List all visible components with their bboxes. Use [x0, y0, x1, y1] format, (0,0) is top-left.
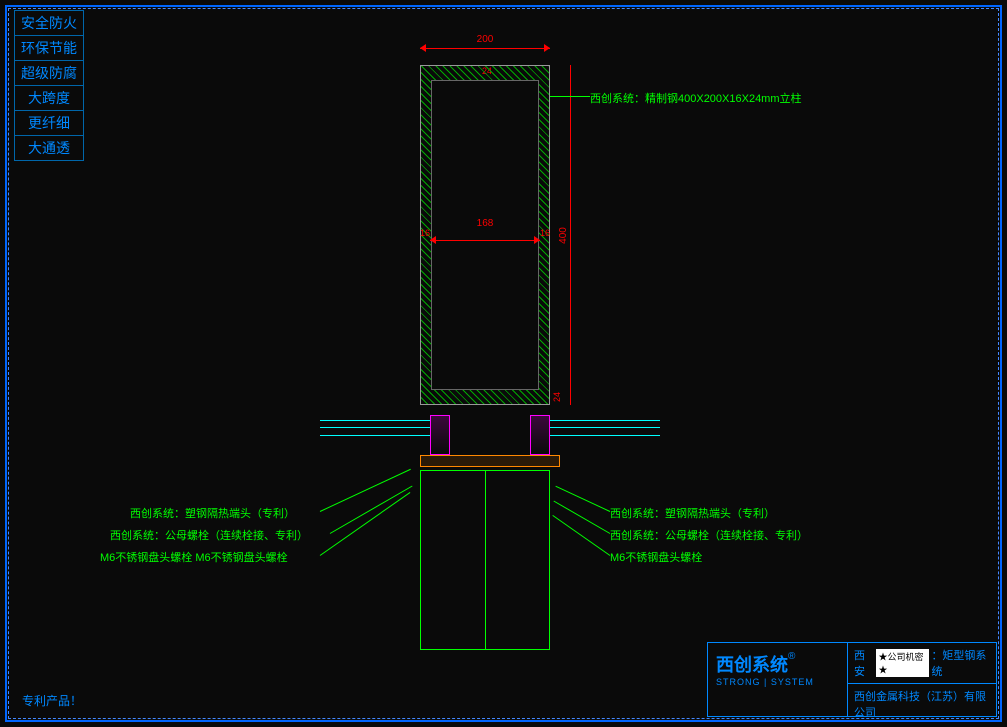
- dim-wall-r: 16: [540, 228, 550, 238]
- feature-item: 环保节能: [14, 35, 84, 61]
- project-prefix: 西安: [854, 647, 874, 679]
- patent-note: 专利产品！: [22, 692, 82, 709]
- title-block: 西创系统® STRONG | SYSTEM 西安 ★公司机密★ ：矩型钢系统 西…: [707, 642, 997, 717]
- connector-left: [430, 415, 450, 455]
- cap-divider: [485, 471, 486, 649]
- title-info: 西安 ★公司机密★ ：矩型钢系统 西创金属科技（江苏）有限公司: [848, 643, 996, 716]
- glass-pane-line: [320, 427, 430, 428]
- project-row: 西安 ★公司机密★ ：矩型钢系统: [848, 643, 996, 684]
- glass-pane-line: [550, 427, 660, 428]
- glass-pane-line: [320, 435, 430, 436]
- label-bolt-pair-l: 西创系统：公母螺栓（连续栓接、专利）: [110, 527, 308, 543]
- leader-line: [330, 486, 413, 534]
- dimension-width: 200: [420, 38, 550, 58]
- feature-list: 安全防火 环保节能 超级防腐 大跨度 更纤细 大通透: [14, 10, 84, 160]
- feature-item: 安全防火: [14, 10, 84, 36]
- leader-line: [552, 515, 610, 556]
- dimension-height: 400: [560, 65, 580, 405]
- leader-line: [550, 96, 590, 97]
- label-bolt-pair-r: 西创系统：公母螺栓（连续栓接、专利）: [610, 527, 808, 543]
- label-thermal-r: 西创系统：塑钢隔热端头（专利）: [610, 505, 775, 521]
- connector-right: [530, 415, 550, 455]
- dimension-inner: 168: [430, 230, 540, 231]
- feature-item: 超级防腐: [14, 60, 84, 86]
- dim-flange-bot: 24: [552, 392, 562, 402]
- cover-cap: [420, 470, 550, 650]
- company-row: 西创金属科技（江苏）有限公司: [848, 684, 996, 724]
- feature-item: 大跨度: [14, 85, 84, 111]
- pressure-plate: [420, 455, 560, 467]
- cad-canvas: 安全防火 环保节能 超级防腐 大跨度 更纤细 大通透 200 24 400 24…: [0, 0, 1007, 727]
- label-m6-l: M6不锈钢盘头螺栓 M6不锈钢盘头螺栓: [100, 549, 288, 565]
- project-suffix: ：矩型钢系统: [931, 647, 990, 679]
- brand-name: 西创系统: [716, 655, 788, 675]
- registered-icon: ®: [788, 651, 795, 662]
- label-thermal-l: 西创系统：塑钢隔热端头（专利）: [130, 505, 295, 521]
- dim-value: 400: [558, 227, 569, 244]
- dim-value: 168: [430, 218, 540, 229]
- feature-item: 更纤细: [14, 110, 84, 136]
- label-column: 西创系统：精制钢400X200X16X24mm立柱: [590, 90, 802, 106]
- confidential-badge: ★公司机密★: [876, 649, 930, 677]
- drawing-area: 200 24 400 24 168 16 16 西创系统：精制钢400X200X…: [120, 30, 880, 650]
- column-hollow: [431, 80, 539, 390]
- glass-pane-line: [550, 435, 660, 436]
- glass-pane-line: [550, 420, 660, 421]
- leader-line: [553, 501, 610, 534]
- title-brand-cell: 西创系统® STRONG | SYSTEM: [708, 643, 848, 716]
- label-m6-r: M6不锈钢盘头螺栓: [610, 549, 702, 565]
- leader-line: [555, 486, 610, 512]
- dim-wall-l: 16: [420, 228, 430, 238]
- feature-item: 大通透: [14, 135, 84, 161]
- steel-column-section: [420, 65, 550, 405]
- dim-value: 200: [420, 34, 550, 45]
- brand-subtitle: STRONG | SYSTEM: [716, 677, 839, 687]
- glass-pane-line: [320, 420, 430, 421]
- leader-line: [320, 492, 411, 556]
